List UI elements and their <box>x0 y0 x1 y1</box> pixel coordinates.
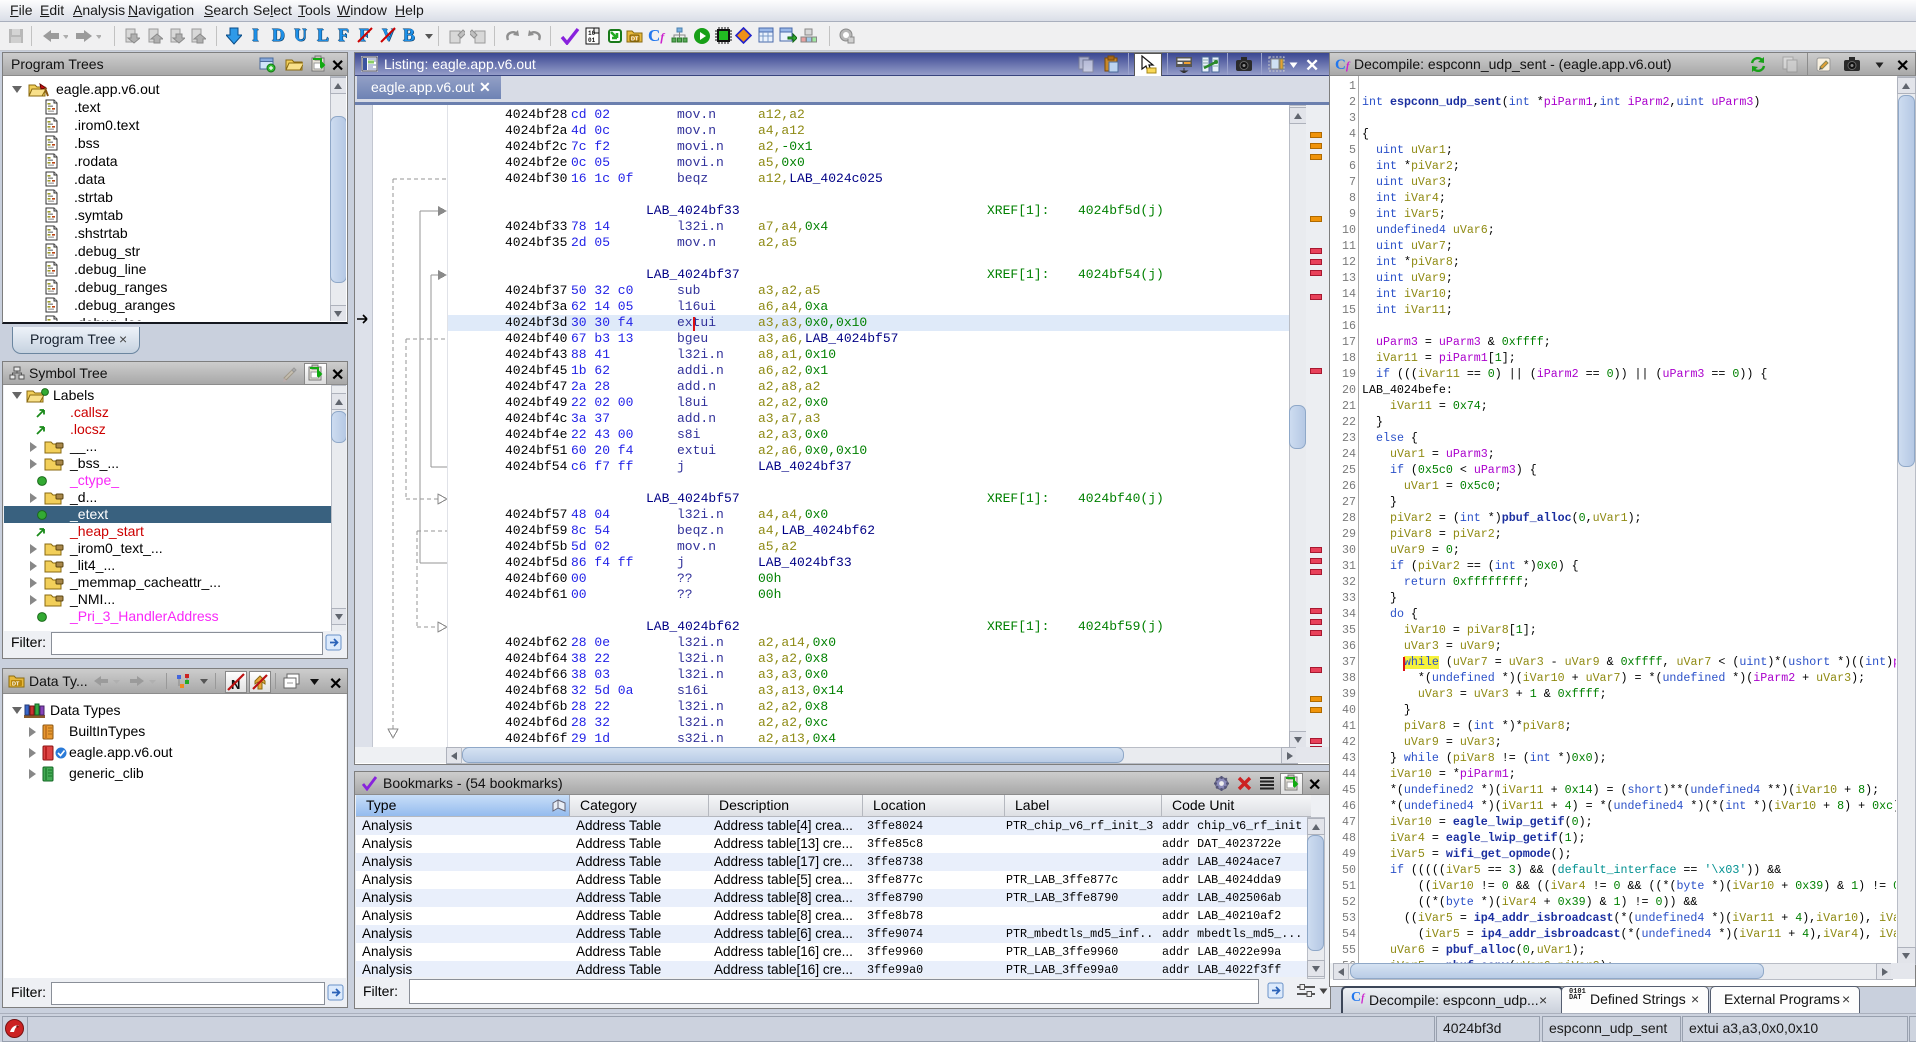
svg-text:DT: DT <box>631 37 639 43</box>
svg-text:10: 10 <box>588 30 596 37</box>
svg-text:01: 01 <box>588 37 596 44</box>
svg-text:DT: DT <box>12 682 20 688</box>
